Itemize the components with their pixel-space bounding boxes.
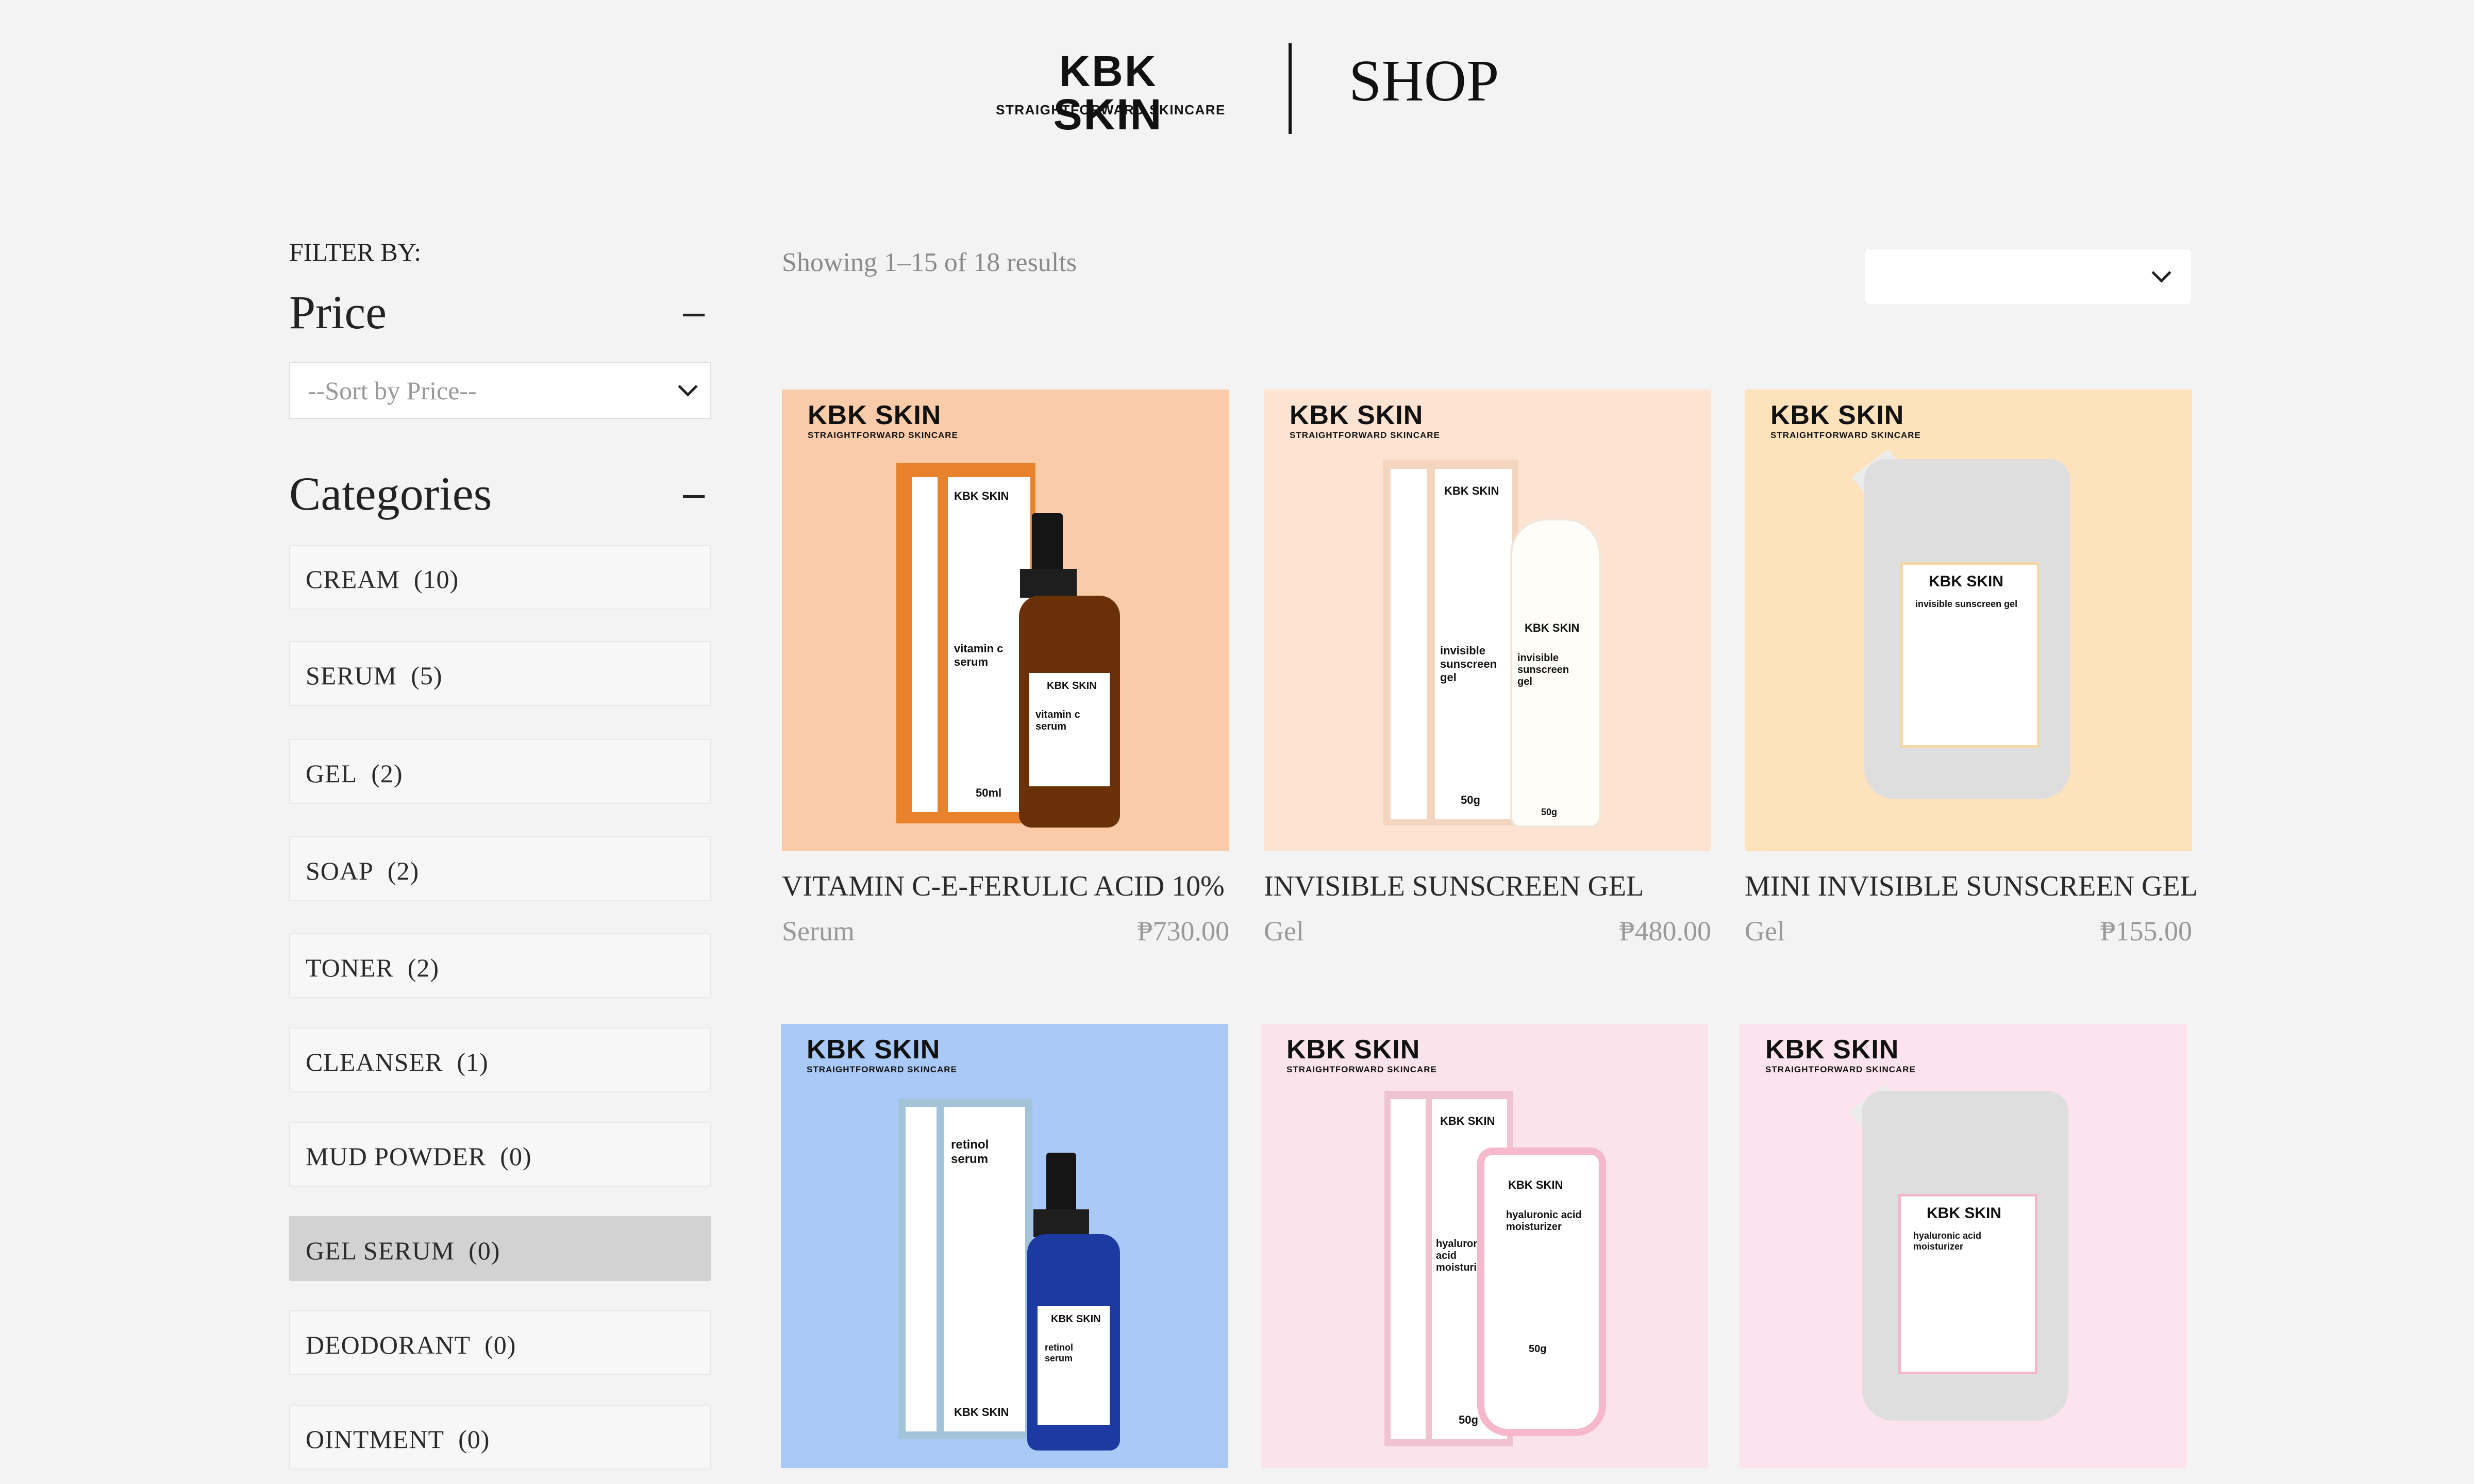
category-label: OINTMENT xyxy=(306,1425,445,1454)
chevron-down-icon xyxy=(678,377,698,397)
header-divider xyxy=(1289,43,1292,134)
categories-collapse-icon[interactable]: – xyxy=(683,474,705,513)
product-image[interactable]: KBK SKIN STRAIGHTFORWARD SKINCARE KBK SKI… xyxy=(782,390,1229,851)
product-image[interactable]: KBK SKIN STRAIGHTFORWARD SKINCARE KBK SKI… xyxy=(1745,390,2192,851)
category-label: TONER xyxy=(306,953,394,982)
category-item-cleanser[interactable]: CLEANSER (1) xyxy=(289,1027,711,1092)
image-tagline: STRAIGHTFORWARD SKINCARE xyxy=(808,430,958,441)
category-item-mud-powder[interactable]: MUD POWDER (0) xyxy=(289,1122,711,1187)
image-tagline: STRAIGHTFORWARD SKINCARE xyxy=(1286,1065,1437,1075)
blue-bottle: KBK SKIN retinol serum xyxy=(1027,1234,1120,1451)
category-item-gel[interactable]: GEL (2) xyxy=(289,739,711,804)
product-price: ₱155.00 xyxy=(2100,916,2192,947)
product-image[interactable]: KBK SKIN STRAIGHTFORWARD SKINCARE retinol… xyxy=(781,1024,1228,1468)
filter-by-label: FILTER BY: xyxy=(289,238,422,266)
product-box: KBK SKIN invisible sunscreen gel 50g xyxy=(1383,460,1518,825)
image-brand: KBK SKIN xyxy=(808,400,942,430)
category-count: (5) xyxy=(411,661,443,690)
product-category: Serum xyxy=(782,916,855,947)
brand-logo[interactable]: KBK SKIN xyxy=(1005,49,1211,136)
category-label: GEL xyxy=(306,759,358,788)
category-item-cream[interactable]: CREAM (10) xyxy=(289,545,711,610)
product-title[interactable]: INVISIBLE SUNSCREEN GEL xyxy=(1264,870,1644,903)
category-count: (0) xyxy=(484,1330,516,1359)
product-image[interactable]: KBK SKIN STRAIGHTFORWARD SKINCARE KBK SKI… xyxy=(1264,390,1711,851)
product-title[interactable]: MINI INVISIBLE SUNSCREEN GEL xyxy=(1745,870,2198,903)
category-item-serum[interactable]: SERUM (5) xyxy=(289,641,711,706)
category-count: (10) xyxy=(413,565,459,594)
product-box: KBK SKIN vitamin c serum 50ml xyxy=(896,463,1035,823)
category-item-gel-serum[interactable]: GEL SERUM (0) xyxy=(289,1216,711,1281)
image-tagline: STRAIGHTFORWARD SKINCARE xyxy=(807,1065,957,1075)
category-label: SERUM xyxy=(306,661,397,690)
image-brand: KBK SKIN xyxy=(1290,400,1424,430)
sort-select[interactable] xyxy=(1865,249,2191,304)
category-count: (2) xyxy=(407,953,440,982)
moisturizer-tube: KBK SKIN hyaluronic acid moisturizer 50g xyxy=(1477,1148,1606,1436)
category-label: DEODORANT xyxy=(306,1330,471,1359)
category-item-deodorant[interactable]: DEODORANT (0) xyxy=(289,1310,711,1375)
price-sort-value: --Sort by Price-- xyxy=(308,376,477,405)
amber-bottle: KBK SKIN vitamin c serum xyxy=(1019,596,1120,828)
page-title: SHOP xyxy=(1349,48,1499,113)
chevron-down-icon xyxy=(2151,263,2171,283)
pouch: KBK SKIN invisible sunscreen gel xyxy=(1864,459,2070,799)
price-sort-select[interactable]: --Sort by Price-- xyxy=(289,362,711,419)
category-count: (0) xyxy=(469,1236,500,1265)
sunscreen-bottle: KBK SKIN invisible sunscreen gel 50g xyxy=(1510,518,1601,828)
category-label: MUD POWDER xyxy=(306,1142,487,1171)
product-image[interactable]: KBK SKIN STRAIGHTFORWARD SKINCARE KBK SKI… xyxy=(1261,1024,1708,1468)
category-item-ointment[interactable]: OINTMENT (0) xyxy=(289,1405,711,1470)
pouch: KBK SKIN hyaluronic acid moisturizer xyxy=(1862,1091,2068,1421)
category-item-toner[interactable]: TONER (2) xyxy=(289,933,711,998)
category-label: CLEANSER xyxy=(306,1048,443,1076)
category-count: (2) xyxy=(387,856,420,885)
product-category: Gel xyxy=(1264,916,1304,947)
category-item-soap[interactable]: SOAP (2) xyxy=(289,836,711,901)
image-tagline: STRAIGHTFORWARD SKINCARE xyxy=(1770,430,1921,441)
price-filter-title: Price xyxy=(289,286,387,339)
category-label: CREAM xyxy=(306,565,400,594)
product-title[interactable]: VITAMIN C-E-FERULIC ACID 10% xyxy=(782,870,1225,903)
image-tagline: STRAIGHTFORWARD SKINCARE xyxy=(1290,430,1440,441)
category-count: (2) xyxy=(371,759,403,788)
results-count: Showing 1–15 of 18 results xyxy=(782,248,1077,277)
image-brand: KBK SKIN xyxy=(1765,1035,1899,1065)
category-count: (0) xyxy=(458,1425,490,1454)
category-label: GEL SERUM xyxy=(306,1236,455,1265)
pump-cap xyxy=(1046,1153,1076,1215)
pump-cap xyxy=(1032,513,1063,575)
product-box: retinol serum KBK SKIN xyxy=(898,1099,1032,1439)
image-brand: KBK SKIN xyxy=(1286,1035,1420,1065)
product-price: ₱730.00 xyxy=(1137,916,1229,947)
category-count: (1) xyxy=(457,1048,489,1076)
categories-filter-title: Categories xyxy=(289,467,492,520)
product-category: Gel xyxy=(1745,916,1785,947)
category-count: (0) xyxy=(500,1142,532,1171)
image-brand: KBK SKIN xyxy=(807,1035,941,1065)
product-image[interactable]: KBK SKIN STRAIGHTFORWARD SKINCARE KBK SKI… xyxy=(1740,1024,2187,1468)
image-brand: KBK SKIN xyxy=(1770,400,1904,430)
image-tagline: STRAIGHTFORWARD SKINCARE xyxy=(1765,1065,1916,1075)
category-label: SOAP xyxy=(306,856,374,885)
product-price: ₱480.00 xyxy=(1619,916,1711,947)
price-collapse-icon[interactable]: – xyxy=(683,293,705,332)
brand-tagline: STRAIGHTFORWARD SKINCARE xyxy=(996,102,1226,117)
